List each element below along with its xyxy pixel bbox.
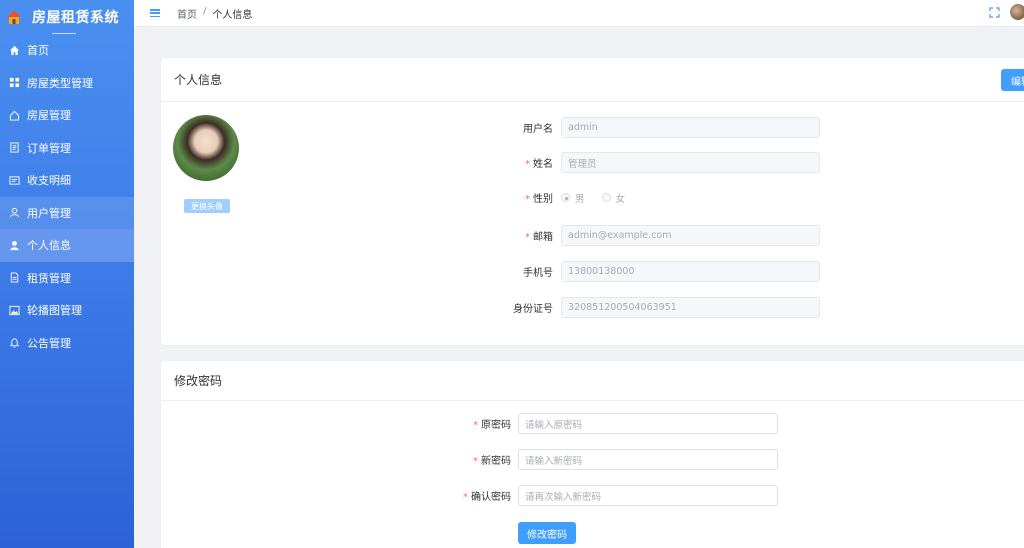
sidebar: 房屋租赁系统 首页 房屋类型管理 房屋管理 订单管理 收支明细 用户管理 个人信… [0, 0, 134, 548]
gender-label: * 性别 [525, 194, 553, 205]
username-label: 用户名 [523, 124, 553, 135]
gender-radio-female[interactable]: 女 [601, 191, 625, 205]
radio-dot [601, 193, 611, 202]
sidebar-item-label: 用户管理 [27, 206, 71, 220]
sidebar-item-finance[interactable]: 收支明细 [0, 164, 134, 197]
top-header: 首页 / 个人信息 [134, 0, 1024, 27]
sidebar-item-label: 房屋管理 [27, 109, 71, 123]
confirm-password-input[interactable]: 请再次输入新密码 [518, 485, 778, 506]
idcard-label: 身份证号 [513, 304, 553, 315]
sidebar-item-label: 收支明细 [27, 174, 71, 188]
user-outline-icon [8, 207, 20, 219]
sidebar-item-leases[interactable]: 租赁管理 [0, 262, 134, 295]
breadcrumb-separator: / [203, 5, 207, 17]
sidebar-item-label: 首页 [27, 44, 49, 58]
house-icon [8, 109, 20, 121]
idcard-field[interactable]: 320851200504063951 [561, 297, 820, 318]
change-password-button[interactable]: 修改密码 [518, 522, 576, 544]
sidebar-item-label: 公告管理 [27, 336, 71, 350]
app-title: 房屋租赁系统 [32, 10, 119, 26]
home-icon [8, 44, 20, 56]
old-password-row: * 原密码 请输入原密码 [451, 413, 778, 434]
sidebar-item-label: 个人信息 [27, 239, 71, 253]
document-icon [8, 272, 20, 284]
breadcrumb: 首页 / 个人信息 [177, 6, 252, 21]
phone-row: 手机号 13800138000 [501, 261, 820, 282]
app-logo[interactable]: 房屋租赁系统 [0, 0, 134, 34]
sidebar-item-label: 轮播图管理 [27, 304, 82, 318]
user-filled-icon [8, 239, 20, 251]
name-row: * 姓名 管理员 [501, 152, 820, 173]
hamburger-icon[interactable] [150, 8, 160, 18]
email-field[interactable]: admin@example.com [561, 225, 820, 246]
order-icon [8, 142, 20, 154]
old-password-label: * 原密码 [473, 420, 511, 431]
image-icon [8, 304, 20, 316]
sidebar-item-home[interactable]: 首页 [0, 34, 134, 67]
password-card-title: 修改密码 [161, 361, 1024, 401]
sidebar-item-label: 订单管理 [27, 141, 71, 155]
sidebar-item-house-types[interactable]: 房屋类型管理 [0, 67, 134, 100]
edit-button[interactable]: 编辑 [1001, 69, 1024, 91]
confirm-password-row: * 确认密码 请再次输入新密码 [451, 485, 778, 506]
gender-row: * 性别 男 女 [501, 190, 642, 205]
confirm-password-label: * 确认密码 [463, 492, 511, 503]
bell-icon [8, 337, 20, 349]
sidebar-item-profile[interactable]: 个人信息 [0, 229, 134, 262]
sidebar-item-users[interactable]: 用户管理 [0, 196, 134, 229]
new-password-row: * 新密码 请输入新密码 [451, 449, 778, 470]
sidebar-item-houses[interactable]: 房屋管理 [0, 99, 134, 132]
breadcrumb-home[interactable]: 首页 [177, 6, 197, 21]
grid-icon [8, 77, 20, 89]
change-avatar-button[interactable]: 更换头像 [184, 199, 230, 213]
breadcrumb-current: 个人信息 [212, 9, 253, 21]
gender-radio-group: 男 女 [561, 191, 642, 205]
user-avatar[interactable] [1010, 4, 1024, 20]
sidebar-item-label: 房屋类型管理 [27, 76, 93, 90]
sidebar-item-orders[interactable]: 订单管理 [0, 132, 134, 165]
house-logo-icon [7, 10, 21, 24]
profile-avatar [173, 115, 239, 181]
radio-dot [561, 193, 570, 202]
sidebar-item-notices[interactable]: 公告管理 [0, 327, 134, 360]
idcard-row: 身份证号 320851200504063951 [501, 297, 820, 318]
fullscreen-icon[interactable] [989, 7, 1000, 18]
gender-radio-male[interactable]: 男 [561, 191, 585, 205]
phone-field[interactable]: 13800138000 [561, 261, 820, 282]
profile-card-title: 个人信息 [161, 58, 1024, 102]
email-row: * 邮箱 admin@example.com [501, 225, 820, 246]
sidebar-item-carousel[interactable]: 轮播图管理 [0, 294, 134, 327]
profile-card: 个人信息 编辑 更换头像 用户名 admin *姓名 管理员 *性别 男 女 *… [160, 57, 1024, 346]
username-row: 用户名 admin [501, 117, 820, 138]
username-field[interactable]: admin [561, 117, 820, 138]
name-label: * 姓名 [525, 159, 553, 170]
new-password-input[interactable]: 请输入新密码 [518, 449, 778, 470]
name-field[interactable]: 管理员 [561, 152, 820, 173]
new-password-label: * 新密码 [473, 456, 511, 467]
old-password-input[interactable]: 请输入原密码 [518, 413, 778, 434]
phone-label: 手机号 [523, 268, 553, 279]
sidebar-item-label: 租赁管理 [27, 271, 71, 285]
password-card: 修改密码 * 原密码 请输入原密码 * 新密码 请输入新密码 * 确认密码 请再次输入… [160, 360, 1024, 548]
finance-icon [8, 174, 20, 186]
email-label: * 邮箱 [525, 232, 553, 243]
logo-divider [52, 33, 76, 34]
sidebar-menu: 首页 房屋类型管理 房屋管理 订单管理 收支明细 用户管理 个人信息 租赁管理 [0, 34, 134, 359]
